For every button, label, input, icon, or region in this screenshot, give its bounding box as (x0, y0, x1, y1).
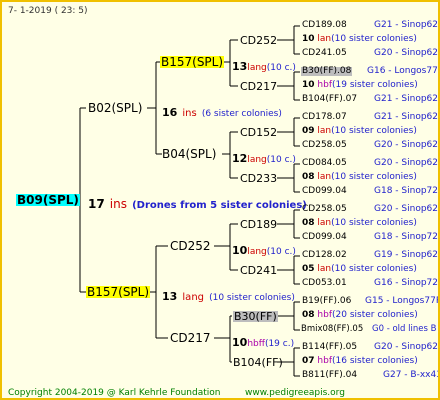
gen4-top-ref: G21 - Sinop62R (374, 20, 440, 30)
gen4-top-id: CD258.05 (302, 204, 347, 214)
gen4-top-id: B114(FF).05 (302, 342, 358, 352)
gen4-mid: 08 lan(10 sister colonies) (302, 172, 417, 182)
gen1-node-top: B02(SPL) (88, 101, 143, 115)
gen4-bot-id: CD241.05 (302, 48, 347, 58)
gen2-node-4: CD217 (170, 331, 211, 345)
gen2-info-2: 12lang(10 c.) (232, 152, 296, 165)
gen3-node-8: B104(FF) (233, 356, 283, 369)
gen3-node-5: CD189 (240, 218, 278, 231)
gen4-top-id: CD084.05 (302, 158, 347, 168)
gen3-node-7: B30(FF) (233, 310, 278, 323)
site-link[interactable]: www.pedigreeapis.org (245, 388, 345, 398)
copyright-text: Copyright 2004-2019 @ Karl Kehrle Founda… (8, 388, 221, 398)
gen4-top-id: CD128.02 (302, 250, 347, 260)
gen4-bot-ref: G18 - Sinop72R (374, 232, 440, 242)
gen4-top-ref: G16 - Longos77R (367, 66, 440, 76)
gen4-bot-id: B811(FF).04 (302, 370, 358, 380)
gen4-bot-ref: G0 - old lines B (372, 324, 437, 334)
gen4-top-ref: G19 - Sinop62R (374, 250, 440, 260)
gen4-top-ref: G20 - Sinop62R (374, 204, 440, 214)
gen4-bot-id: CD258.05 (302, 140, 347, 150)
gen1-info-bottom: 13 lang (10 sister colonies) (162, 290, 295, 303)
gen3-node-3: CD152 (240, 126, 278, 139)
gen4-top-ref: G21 - Sinop62R (374, 112, 440, 122)
gen2-node-1: B157(SPL) (160, 55, 225, 69)
gen2-node-2: B04(SPL) (162, 147, 217, 161)
root-info: 17 ins (Drones from 5 sister colonies) (88, 197, 307, 211)
gen2-info-1: 13lang(10 c.) (232, 60, 296, 73)
gen4-mid: 10 hbf(19 sister colonies) (302, 80, 418, 90)
gen4-top-id: B19(FF).06 (302, 296, 352, 306)
gen4-bot-ref: G21 - Sinop62R (374, 94, 440, 104)
gen4-top-ref: G20 - Sinop62R (374, 158, 440, 168)
gen2-info-3: 10lang(10 c.) (232, 244, 296, 257)
gen3-node-1: CD252 (240, 34, 278, 47)
gen4-bot-id: B104(FF).07 (302, 94, 358, 104)
gen2-info-4: 10hbff(19 c.) (232, 336, 295, 349)
gen4-bot-id: CD099.04 (302, 186, 347, 196)
gen2-node-3: CD252 (170, 239, 211, 253)
pedigree-chart: 7- 1-2019 ( 23: 5) B09(SPL) 17 ins (Dron… (0, 0, 440, 400)
gen3-node-2: CD217 (240, 80, 278, 93)
gen4-top-id: CD189.08 (302, 20, 347, 30)
gen4-bot-ref: G20 - Sinop62R (374, 140, 440, 150)
gen4-top-id: B30(FF).08 (301, 66, 353, 76)
gen3-node-4: CD233 (240, 172, 278, 185)
gen4-mid: 09 lan(10 sister colonies) (302, 126, 417, 136)
gen4-top-ref: G20 - Sinop62R (374, 342, 440, 352)
gen4-bot-id: CD099.04 (302, 232, 347, 242)
gen4-bot-ref: G27 - B-xx43 (383, 370, 440, 380)
gen4-bot-ref: G16 - Sinop72R (374, 278, 440, 288)
gen3-node-6: CD241 (240, 264, 278, 277)
gen4-bot-id: Bmix08(FF).05 (301, 324, 364, 334)
gen4-mid: 08 lan(10 sister colonies) (302, 218, 417, 228)
gen4-mid: 10 lan(10 sister colonies) (302, 34, 417, 44)
gen4-bot-ref: G20 - Sinop62R (374, 48, 440, 58)
root-node: B09(SPL) (16, 193, 80, 207)
gen4-bot-id: CD053.01 (302, 278, 347, 288)
gen1-node-bottom: B157(SPL) (86, 285, 151, 299)
chart-date: 7- 1-2019 ( 23: 5) (8, 6, 88, 16)
gen4-mid: 08 hbf(20 sister colonies) (302, 310, 418, 320)
gen4-bot-ref: G18 - Sinop72R (374, 186, 440, 196)
gen4-top-ref: G15 - Longos77R (365, 296, 440, 306)
gen4-mid: 05 lan(10 sister colonies) (302, 264, 417, 274)
gen1-info-top: 16 ins (6 sister colonies) (162, 106, 282, 119)
gen4-mid: 07 hbf(16 sister colonies) (302, 356, 418, 366)
gen4-top-id: CD178.07 (302, 112, 347, 122)
